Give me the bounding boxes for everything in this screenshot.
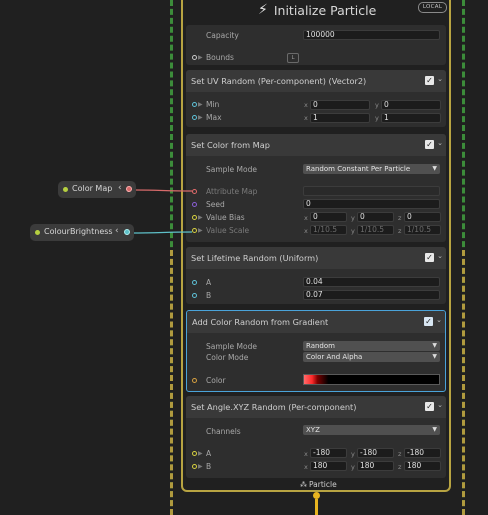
exposed-dot-icon <box>63 187 68 192</box>
wire-color-map <box>134 189 193 192</box>
property-node-color-map[interactable]: Color Map ‹ <box>58 181 136 198</box>
property-node-label: Color Map <box>72 184 113 193</box>
wire-layer <box>130 189 193 234</box>
collapse-arrow-icon[interactable]: ‹ <box>115 226 119 236</box>
property-node-label: ColourBrightness <box>44 227 113 236</box>
exposed-dot-icon <box>35 230 40 235</box>
output-port[interactable] <box>126 186 132 192</box>
collapse-arrow-icon[interactable]: ‹ <box>118 183 122 193</box>
property-node-colour-brightness[interactable]: ColourBrightness ‹ <box>30 224 134 241</box>
wire-colour-brightness <box>130 231 193 234</box>
output-port[interactable] <box>124 229 130 235</box>
